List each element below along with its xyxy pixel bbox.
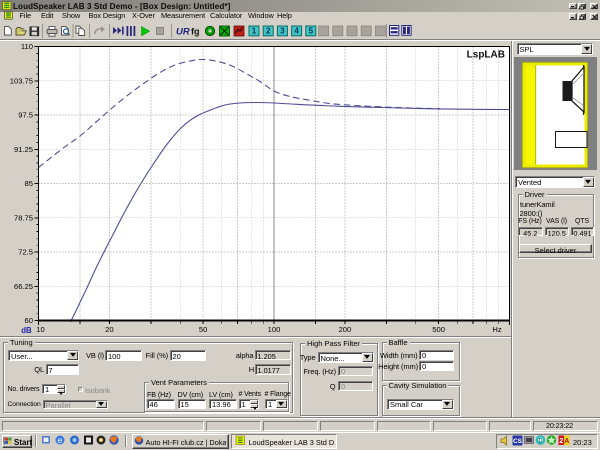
svg-text:dB: dB	[21, 326, 32, 335]
svg-text:103.75: 103.75	[10, 76, 33, 85]
svg-text:85: 85	[25, 179, 33, 188]
svg-text:A: A	[564, 438, 569, 445]
svg-text:500: 500	[432, 325, 445, 334]
svg-text:78.75: 78.75	[14, 213, 33, 222]
svg-text:LspLAB: LspLAB	[467, 50, 505, 61]
svg-text:D: D	[538, 438, 543, 444]
svg-text:91.25: 91.25	[14, 145, 33, 154]
svg-text:60: 60	[25, 316, 33, 325]
svg-text:72.5: 72.5	[18, 248, 33, 257]
svg-text:20: 20	[105, 325, 113, 334]
svg-text:66.25: 66.25	[14, 282, 33, 291]
svg-text:e: e	[58, 435, 63, 445]
svg-text:97.5: 97.5	[18, 111, 33, 120]
svg-text:200: 200	[339, 325, 352, 334]
svg-text:CS: CS	[513, 438, 523, 445]
svg-text:50: 50	[199, 325, 207, 334]
svg-text:10: 10	[36, 325, 44, 334]
svg-text:Hz: Hz	[492, 325, 501, 334]
svg-text:2: 2	[559, 438, 563, 445]
svg-text:100: 100	[268, 325, 281, 334]
svg-text:110: 110	[21, 42, 33, 51]
